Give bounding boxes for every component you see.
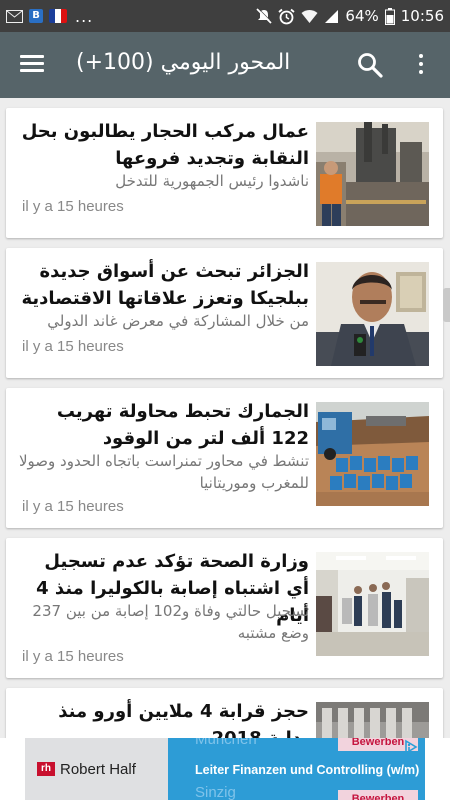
article-thumbnail [316,702,429,738]
article-timestamp: il y a 15 heures [22,338,124,355]
ad-brand-name: Robert Half [60,760,136,778]
battery-icon [384,7,395,25]
article-subtitle: من خلال المشاركة في معرض غاند الدولي [47,312,309,330]
notification-icons: B ... [0,7,93,26]
wifi-icon [301,9,318,23]
article-timestamp: il y a 15 heures [22,648,124,665]
menu-icon [20,55,48,72]
article-subtitle: تسجيل حالتي وفاة و102 إصابة من بين 237 و… [32,602,309,642]
adchoices-icon[interactable] [403,739,419,755]
ad-city-top: München [195,738,257,748]
ad-job-panel[interactable]: München Bewerben Leiter Finanzen und Con… [168,738,425,800]
app-toolbar: المحور اليومي (100+) [0,32,450,98]
signal-icon [325,9,339,23]
side-drawer-handle[interactable] [443,288,450,322]
article-timestamp: il y a 15 heures [22,198,124,215]
article-timestamp: il y a 15 heures [22,498,124,515]
ad-job-title: Leiter Finanzen und Controlling (w/m) [195,763,420,777]
article-card[interactable]: عمال مركب الحجار يطالبون بحل النقابة وتج… [6,108,443,238]
overflow-menu-button[interactable] [412,52,430,80]
search-button[interactable] [356,51,384,79]
article-thumbnail [316,402,429,506]
ad-banner[interactable]: rh Robert Half München Bewerben Leiter F… [0,738,450,800]
status-bar: B ... 64% 10:56 [0,0,450,32]
more-vert-icon [412,54,430,74]
ad-content[interactable]: rh Robert Half München Bewerben Leiter F… [25,738,425,800]
clock: 10:56 [400,7,444,25]
article-subtitle: تنشط في محاور تمنراست باتجاه الحدود وصول… [18,452,309,492]
article-headline: حجز قرابة 4 ملايين أورو منذ بداية 2018 [58,701,309,738]
ad-apply-button-bottom[interactable]: Bewerben [338,790,418,800]
article-thumbnail [316,552,429,656]
article-headline: عمال مركب الحجار يطالبون بحل النقابة وتج… [21,121,309,169]
article-card[interactable]: الجمارك تحبط محاولة تهريب 122 ألف لتر من… [6,388,443,528]
flag-icon [49,9,67,23]
mute-icon [256,8,273,24]
search-icon [358,53,383,78]
ad-brand-logo: rh Robert Half [37,760,147,778]
battery-percent: 64% [345,7,379,25]
article-thumbnail [316,262,429,366]
b-app-icon: B [29,9,43,23]
mail-icon [6,9,23,23]
page-title: المحور اليومي (100+) [76,50,291,75]
article-card[interactable]: وزارة الصحة تؤكد عدم تسجيل أي اشتباه إصا… [6,538,443,678]
article-headline: الجزائر تبحث عن أسواق جديدة ببلجيكا وتعز… [21,261,310,309]
alarm-icon [278,8,295,24]
news-feed[interactable]: عمال مركب الحجار يطالبون بحل النقابة وتج… [0,98,450,738]
ad-city-bottom: Sinzig [195,784,236,800]
robert-half-logo-icon: rh [37,762,55,776]
system-icons: 64% 10:56 [256,0,444,32]
more-notifications-indicator: ... [75,6,94,26]
article-card[interactable]: الجزائر تبحث عن أسواق جديدة ببلجيكا وتعز… [6,248,443,378]
article-subtitle: ناشدوا رئيس الجمهورية للتدخل [115,172,309,190]
article-thumbnail [316,122,429,226]
article-headline: الجمارك تحبط محاولة تهريب 122 ألف لتر من… [56,401,309,449]
menu-button[interactable] [20,52,48,78]
article-card[interactable]: حجز قرابة 4 ملايين أورو منذ بداية 2018 [6,688,443,738]
